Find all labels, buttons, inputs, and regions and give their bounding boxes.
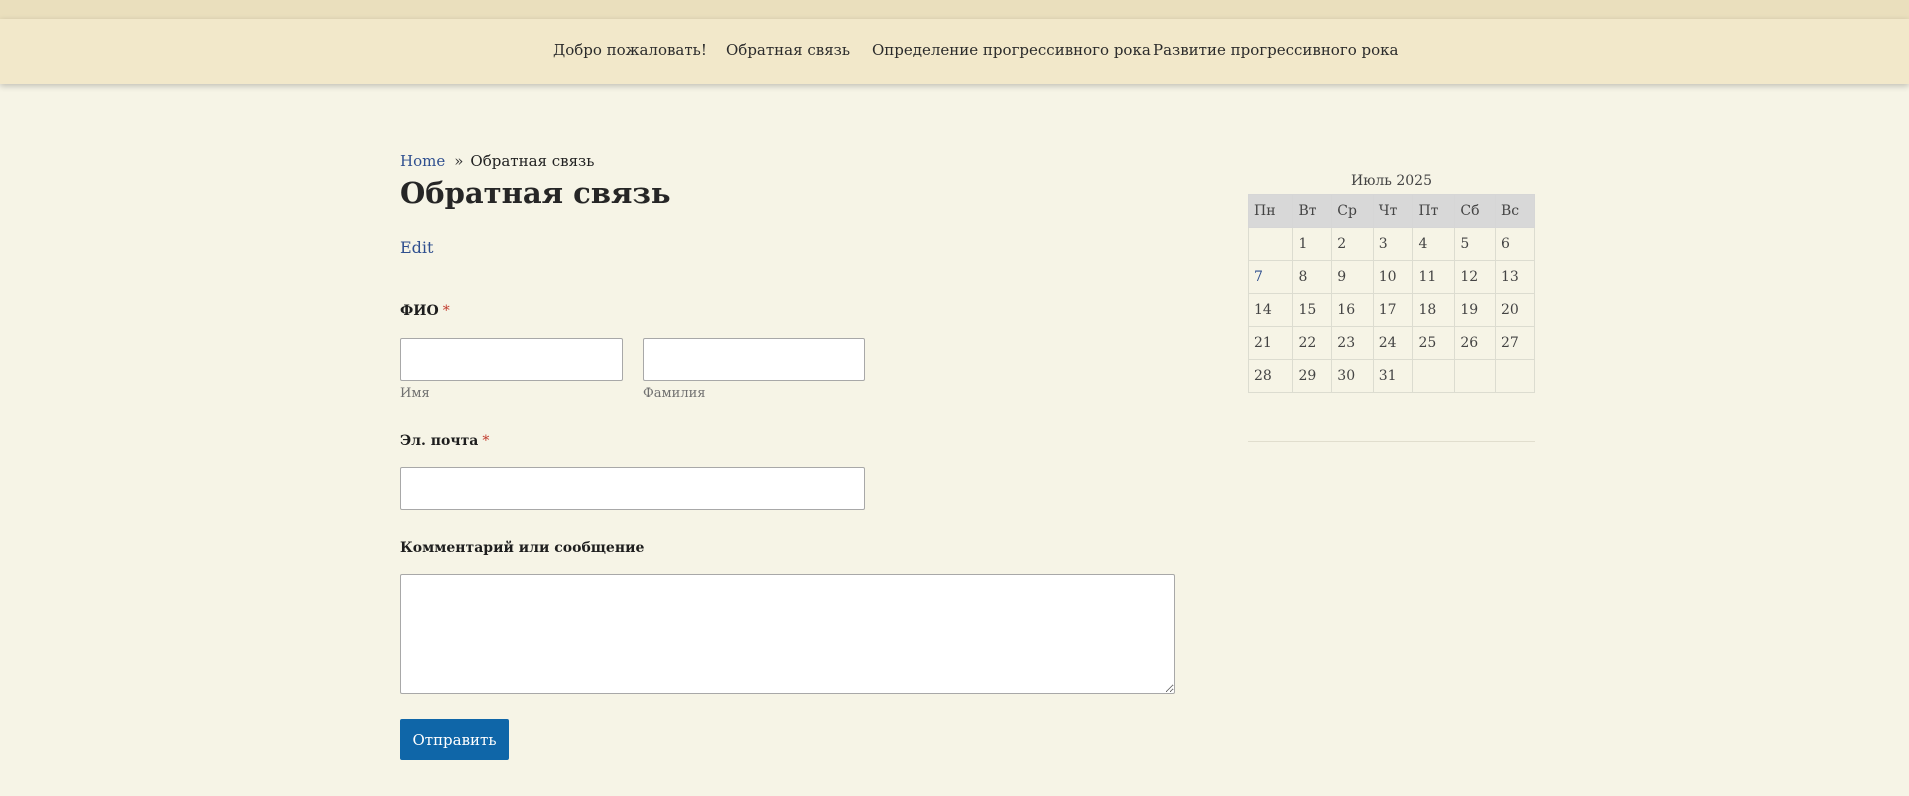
calendar-day-cell: 31 [1372, 359, 1414, 393]
email-label-text: Эл. почта [400, 433, 479, 449]
first-name-input[interactable] [400, 338, 623, 381]
comment-field-label: Комментарий или сообщение [400, 540, 645, 556]
name-field-label: ФИО * [400, 303, 450, 319]
calendar-day-cell: 26 [1454, 326, 1496, 360]
calendar-days: 1 2 3 4 5 6 7 8 9 10 11 12 13 14 15 16 17 18 19 20 21 22 23 24 2… [1247, 227, 1536, 393]
nav-item-welcome[interactable]: Добро пожаловать! [553, 41, 707, 59]
calendar-week-row: 28 29 30 31 [1247, 359, 1536, 393]
weekday-header: Ср [1331, 194, 1374, 228]
weekday-header: Вт [1292, 194, 1333, 228]
calendar-empty-cell [1412, 359, 1456, 393]
calendar-day-cell: 14 [1247, 293, 1294, 327]
calendar-week-row: 14 15 16 17 18 19 20 [1247, 293, 1536, 327]
calendar-day-cell: 4 [1412, 227, 1456, 261]
required-marker: * [482, 433, 490, 449]
weekday-header: Вс [1494, 194, 1536, 228]
calendar-day-cell: 5 [1454, 227, 1496, 261]
last-name-input[interactable] [643, 338, 865, 381]
weekday-header: Чт [1372, 194, 1414, 228]
nav-item-development[interactable]: Развитие прогрессивного рока [1153, 41, 1398, 59]
edit-link[interactable]: Edit [400, 238, 433, 257]
page-title: Обратная связь [400, 176, 671, 210]
calendar-day-cell: 20 [1494, 293, 1536, 327]
calendar-day-cell: 3 [1372, 227, 1414, 261]
calendar-empty-cell [1454, 359, 1496, 393]
comment-textarea[interactable] [400, 574, 1175, 694]
nav-item-feedback[interactable]: Обратная связь [726, 41, 850, 59]
calendar-day-cell: 22 [1292, 326, 1333, 360]
calendar-day-cell: 24 [1372, 326, 1414, 360]
first-name-sublabel: Имя [400, 386, 430, 401]
calendar-week-row: 123456 [1247, 227, 1536, 261]
breadcrumb-home-link[interactable]: Home [400, 152, 445, 170]
calendar-day-cell: 10 [1372, 260, 1414, 294]
nav-item-definition[interactable]: Определение прогрессивного рока [872, 41, 1151, 59]
calendar-day-cell: 27 [1494, 326, 1536, 360]
calendar-day-cell: 25 [1412, 326, 1456, 360]
calendar-day-cell: 29 [1292, 359, 1333, 393]
email-input[interactable] [400, 467, 865, 510]
calendar-widget: Пн Вт Ср Чт Пт Сб Вс 1 2 3 4 5 6 7 8 9 10 11 12 13 14… [1247, 194, 1536, 393]
calendar-day-cell: 8 [1292, 260, 1333, 294]
calendar-day-cell[interactable]: 7 [1247, 260, 1294, 294]
weekday-header: Пн [1247, 194, 1294, 228]
required-marker: * [442, 303, 450, 319]
calendar-day-cell: 11 [1412, 260, 1456, 294]
calendar-day-cell: 16 [1331, 293, 1374, 327]
calendar-day-cell: 19 [1454, 293, 1496, 327]
calendar-day-cell: 30 [1331, 359, 1374, 393]
calendar-day-cell: 1 [1292, 227, 1333, 261]
calendar-weekday-row: Пн Вт Ср Чт Пт Сб Вс [1247, 194, 1536, 228]
breadcrumb-separator: » [454, 152, 464, 170]
calendar-day-cell: 9 [1331, 260, 1374, 294]
email-field-label: Эл. почта * [400, 433, 489, 449]
calendar-day-cell: 13 [1494, 260, 1536, 294]
calendar-day-cell: 23 [1331, 326, 1374, 360]
main-navigation: Добро пожаловать! Обратная связь Определ… [0, 19, 1909, 84]
weekday-header: Пт [1412, 194, 1456, 228]
calendar-empty-cell [1494, 359, 1536, 393]
calendar-day-cell: 15 [1292, 293, 1333, 327]
calendar-day-cell: 6 [1494, 227, 1536, 261]
calendar-day-cell: 12 [1454, 260, 1496, 294]
calendar-day-cell: 28 [1247, 359, 1294, 393]
top-strip [0, 0, 1909, 19]
calendar-empty-cell [1247, 227, 1294, 261]
calendar-week-row: 21 22 23 24 25 26 27 [1247, 326, 1536, 360]
calendar-day-cell: 17 [1372, 293, 1414, 327]
breadcrumb: Home » Обратная связь [400, 152, 594, 170]
breadcrumb-current: Обратная связь [470, 152, 595, 170]
calendar-day-cell: 18 [1412, 293, 1456, 327]
calendar-day-cell: 2 [1331, 227, 1374, 261]
last-name-sublabel: Фамилия [643, 386, 706, 401]
weekday-header: Сб [1454, 194, 1496, 228]
calendar-caption: Июль 2025 [1351, 173, 1432, 189]
submit-button[interactable]: Отправить [400, 719, 509, 760]
name-label-text: ФИО [400, 303, 439, 319]
calendar-week-row: 7 8 9 10 11 12 13 [1247, 260, 1536, 294]
calendar-day-cell: 21 [1247, 326, 1294, 360]
sidebar-divider [1248, 441, 1535, 442]
